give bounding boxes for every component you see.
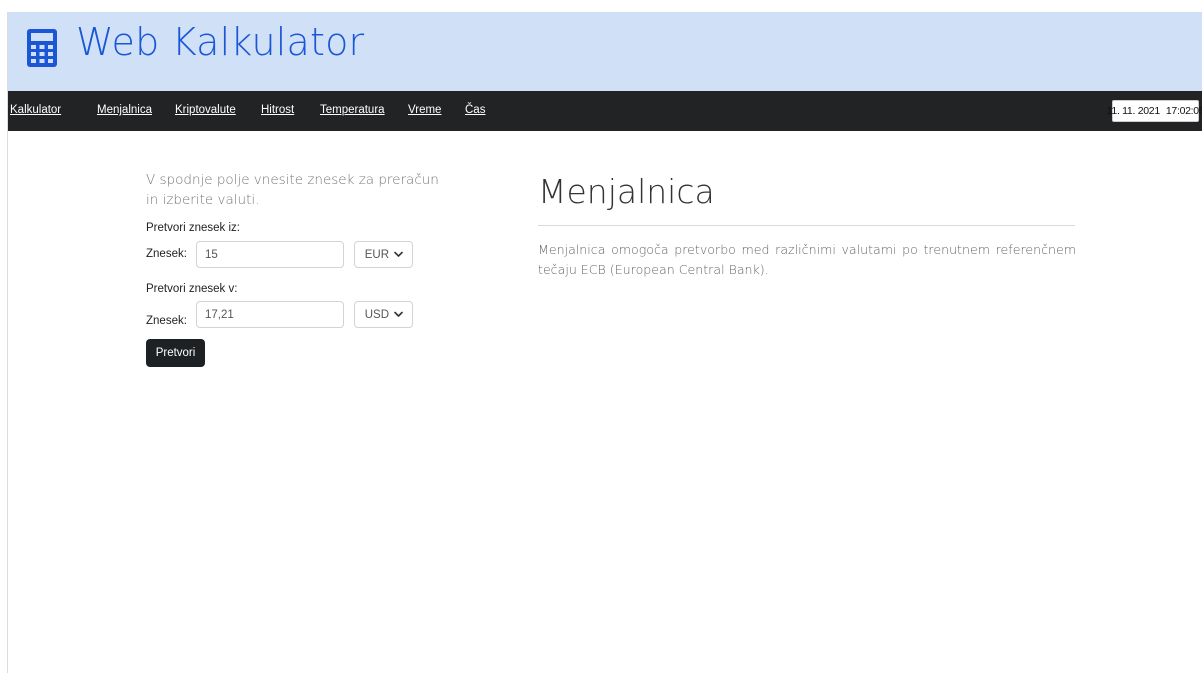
time-text: 17:02:05 (1165, 105, 1202, 117)
date-text: 11. 11. 2021 (1106, 105, 1161, 117)
nav-link-temperatura[interactable]: Temperatura (320, 104, 385, 116)
app-title: Web Kalkulator (76, 20, 365, 64)
from-amount-label: Znesek: (146, 248, 187, 260)
chevron-down-icon (394, 251, 403, 257)
convert-button[interactable]: Pretvori (146, 339, 205, 367)
calculator-icon (27, 29, 57, 67)
app-window: Web Kalkulator Kalkulator Menjalnica Kri… (8, 12, 1202, 673)
navbar: Kalkulator Menjalnica Kriptovalute Hitro… (8, 91, 1202, 131)
from-currency-select[interactable]: EUR (354, 241, 413, 268)
to-currency-select[interactable]: USD (354, 301, 413, 328)
nav-link-hitrost[interactable]: Hitrost (261, 104, 294, 116)
page-description: Menjalnica omogoča pretvorbo med različn… (538, 242, 1076, 277)
to-currency-value: USD (364, 308, 389, 321)
to-amount-input[interactable] (196, 301, 344, 328)
from-section-label: Pretvori znesek iz: (146, 222, 240, 234)
date-time-badge: 11. 11. 2021 17:02:05 (1107, 100, 1202, 122)
heading-divider (538, 225, 1075, 226)
converter-intro: V spodnje polje vnesite znesek za prerač… (146, 172, 439, 208)
nav-link-kalkulator[interactable]: Kalkulator (10, 104, 61, 116)
from-amount-input[interactable] (196, 241, 344, 268)
page-heading: Menjalnica (538, 172, 715, 211)
header-banner: Web Kalkulator (8, 12, 1202, 91)
to-section-label: Pretvori znesek v: (146, 283, 238, 295)
nav-link-menjalnica[interactable]: Menjalnica (97, 104, 152, 116)
to-amount-label: Znesek: (146, 315, 187, 327)
chevron-down-icon (394, 311, 403, 317)
nav-link-cas[interactable]: Čas (465, 104, 485, 116)
nav-link-kriptovalute[interactable]: Kriptovalute (175, 104, 236, 116)
from-currency-value: EUR (364, 248, 389, 261)
nav-link-vreme[interactable]: Vreme (408, 104, 441, 116)
